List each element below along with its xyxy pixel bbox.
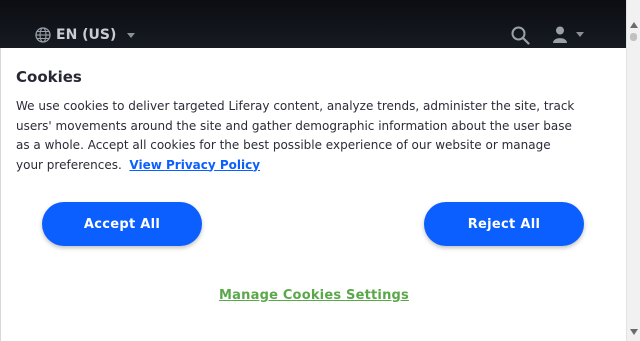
scrollbar-thumb[interactable] [630, 33, 637, 41]
cookie-description: We use cookies to deliver targeted Lifer… [16, 97, 576, 175]
privacy-policy-link[interactable]: View Privacy Policy [129, 158, 260, 172]
scroll-up-arrow-icon[interactable] [630, 22, 638, 28]
language-label: EN (US) [56, 27, 117, 43]
search-icon [511, 26, 530, 45]
cookie-panel-title: Cookies [16, 68, 82, 86]
top-navigation-bar: EN (US) [0, 0, 626, 48]
cookie-description-text: We use cookies to deliver targeted Lifer… [16, 99, 575, 172]
user-menu-button[interactable] [553, 26, 584, 43]
manage-cookies-container: Manage Cookies Settings [1, 284, 627, 303]
reject-all-button[interactable]: Reject All [424, 202, 584, 246]
chevron-down-icon [127, 32, 136, 38]
chevron-down-icon [576, 32, 584, 37]
globe-icon [35, 27, 51, 43]
language-selector[interactable]: EN (US) [35, 24, 136, 46]
search-button[interactable] [511, 26, 530, 49]
manage-cookies-settings-link[interactable]: Manage Cookies Settings [219, 288, 409, 303]
user-icon [553, 26, 567, 43]
accept-all-button[interactable]: Accept All [42, 202, 202, 246]
scroll-down-arrow-icon[interactable] [630, 329, 638, 335]
cookie-consent-panel: Cookies We use cookies to deliver target… [0, 48, 626, 341]
vertical-scrollbar[interactable] [626, 0, 640, 341]
